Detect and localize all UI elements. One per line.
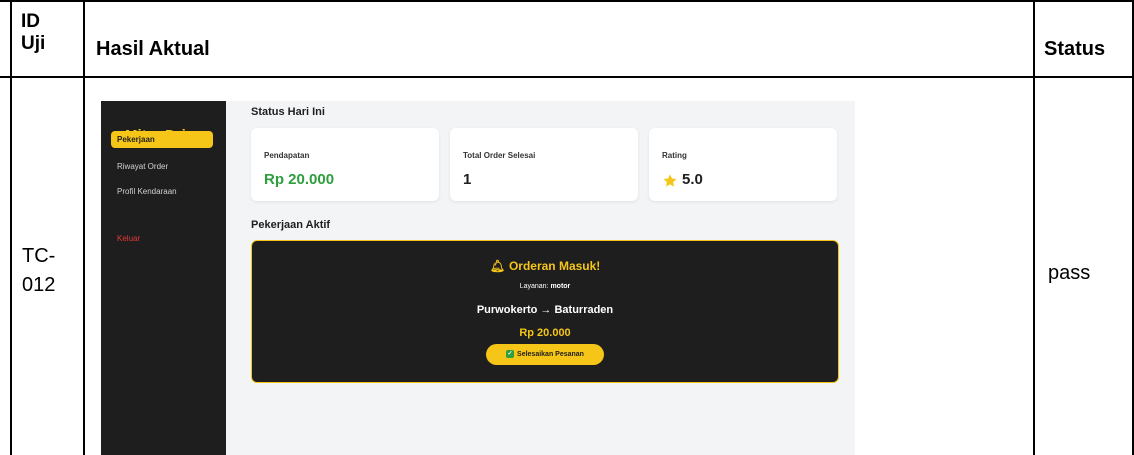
sidebar-item-riwayat-order[interactable]: Riwayat Order [111, 162, 168, 171]
orders-value: 1 [463, 171, 472, 188]
rating-card: Rating 5.0 [649, 128, 837, 201]
sidebar-item-profil-kendaraan[interactable]: Profil Kendaraan [111, 187, 177, 196]
test-status-cell: pass [1048, 262, 1091, 284]
order-route: Purwokerto → Baturraden [476, 304, 614, 316]
sidebar: Mitra Driver Pekerjaan Riwayat Order Pro… [101, 101, 226, 455]
header-hasil-aktual: Hasil Aktual [96, 38, 210, 60]
test-id-cell: TC- 012 [22, 245, 56, 296]
sidebar-item-pekerjaan[interactable]: Pekerjaan [111, 131, 213, 148]
logout-link[interactable]: Keluar [111, 234, 140, 243]
star-icon [663, 174, 677, 187]
table-divider-1 [83, 0, 85, 455]
status-section-title: Status Hari Ini [251, 106, 325, 118]
incoming-order-card: 🔔︎ Orderan Masuk! Layanan: motor Purwoker… [251, 240, 839, 383]
active-section-title: Pekerjaan Aktif [251, 219, 331, 231]
orders-card: Total Order Selesai 1 [450, 128, 638, 201]
income-label: Pendapatan [264, 151, 310, 160]
finish-order-button[interactable]: ✓ Selesaikan Pesanan [486, 344, 604, 365]
rating-value: 5.0 [682, 171, 703, 188]
order-service: Layanan: motor [252, 283, 838, 290]
bell-icon: 🔔︎ [489, 259, 505, 273]
income-value: Rp 20.000 [264, 171, 335, 188]
table-border-left [10, 0, 12, 455]
finish-order-label: Selesaikan Pesanan [517, 351, 584, 358]
order-service-label: Layanan: [519, 283, 549, 290]
header-id-uji: ID Uji [21, 11, 46, 54]
header-status: Status [1044, 38, 1106, 60]
order-title-text: Orderan Masuk! [508, 259, 601, 273]
check-icon: ✓ [506, 350, 515, 359]
orders-label: Total Order Selesai [463, 151, 536, 160]
rating-label: Rating [662, 151, 687, 160]
table-divider-2 [1033, 0, 1035, 455]
table-border-top [0, 0, 1134, 2]
app-screenshot: Mitra Driver Pekerjaan Riwayat Order Pro… [101, 101, 855, 455]
income-card: Pendapatan Rp 20.000 [251, 128, 439, 201]
table-border-header [0, 76, 1134, 78]
order-price: Rp 20.000 [519, 327, 571, 339]
order-title: 🔔︎ Orderan Masuk! [252, 259, 838, 273]
order-service-value: motor [550, 283, 571, 290]
